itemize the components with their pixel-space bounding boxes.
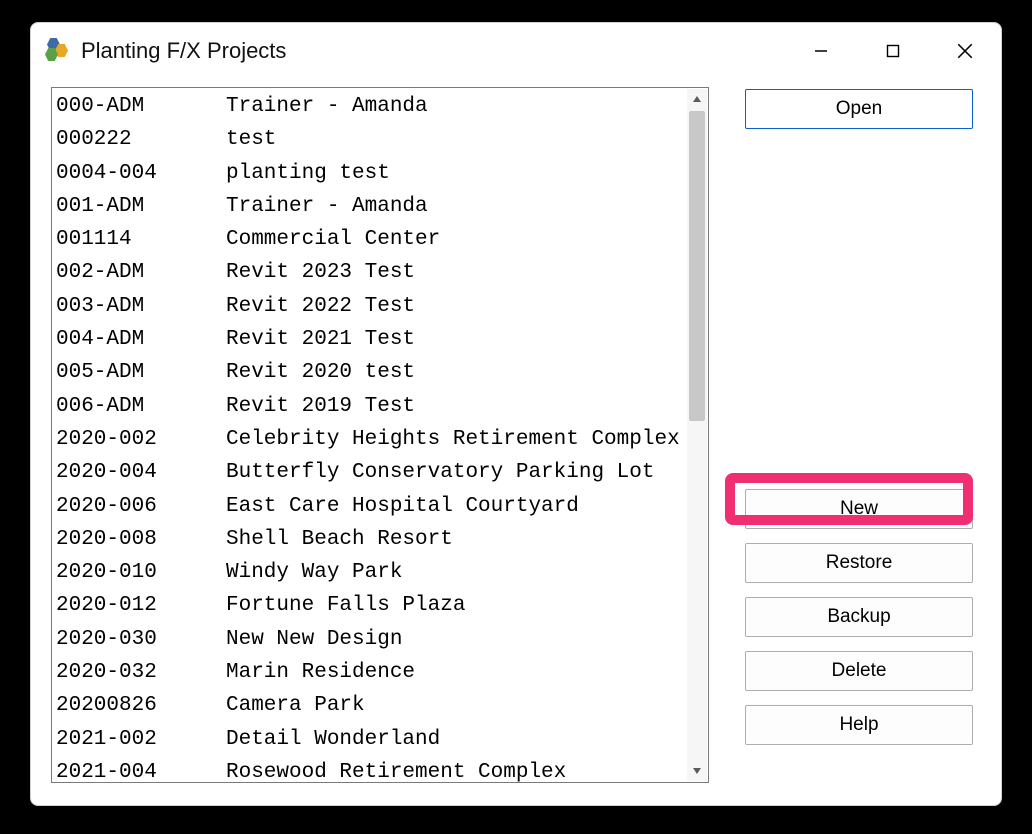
minimize-button[interactable]: [785, 23, 857, 79]
app-icon: [45, 38, 71, 64]
project-name: Revit 2022 Test: [226, 290, 415, 323]
project-row[interactable]: 001114Commercial Center: [56, 223, 686, 256]
project-row[interactable]: 000222test: [56, 123, 686, 156]
backup-button[interactable]: Backup: [745, 597, 973, 637]
project-name: Detail Wonderland: [226, 723, 440, 756]
project-name: test: [226, 123, 276, 156]
project-name: planting test: [226, 157, 390, 190]
project-code: 000-ADM: [56, 90, 226, 123]
project-code: 006-ADM: [56, 390, 226, 423]
project-row[interactable]: 2020-012Fortune Falls Plaza: [56, 589, 686, 622]
scroll-down-icon[interactable]: [687, 761, 707, 781]
maximize-button[interactable]: [857, 23, 929, 79]
project-row[interactable]: 2021-002Detail Wonderland: [56, 723, 686, 756]
project-name: Windy Way Park: [226, 556, 402, 589]
project-code: 001-ADM: [56, 190, 226, 223]
scrollbar-thumb[interactable]: [689, 111, 705, 421]
project-row[interactable]: 2020-032Marin Residence: [56, 656, 686, 689]
project-name: Marin Residence: [226, 656, 415, 689]
project-code: 2021-002: [56, 723, 226, 756]
project-name: Trainer - Amanda: [226, 90, 428, 123]
project-row[interactable]: 2021-004Rosewood Retirement Complex: [56, 756, 686, 783]
project-code: 002-ADM: [56, 256, 226, 289]
project-row[interactable]: 2020-002Celebrity Heights Retirement Com…: [56, 423, 686, 456]
project-row[interactable]: 2020-006East Care Hospital Courtyard: [56, 490, 686, 523]
project-row[interactable]: 000-ADMTrainer - Amanda: [56, 90, 686, 123]
new-button[interactable]: New: [745, 489, 973, 529]
project-row[interactable]: 003-ADMRevit 2022 Test: [56, 290, 686, 323]
project-name: Butterfly Conservatory Parking Lot: [226, 456, 654, 489]
project-name: Revit 2023 Test: [226, 256, 415, 289]
listbox-scrollbar[interactable]: [687, 89, 707, 781]
project-row[interactable]: 004-ADMRevit 2021 Test: [56, 323, 686, 356]
project-name: Rosewood Retirement Complex: [226, 756, 566, 783]
close-button[interactable]: [929, 23, 1001, 79]
project-row[interactable]: 2020-030New New Design: [56, 623, 686, 656]
project-row[interactable]: 001-ADMTrainer - Amanda: [56, 190, 686, 223]
project-code: 2020-002: [56, 423, 226, 456]
restore-button[interactable]: Restore: [745, 543, 973, 583]
project-code: 000222: [56, 123, 226, 156]
project-code: 2020-004: [56, 456, 226, 489]
project-code: 2020-010: [56, 556, 226, 589]
project-name: Revit 2021 Test: [226, 323, 415, 356]
project-code: 005-ADM: [56, 356, 226, 389]
project-code: 2020-030: [56, 623, 226, 656]
project-name: New New Design: [226, 623, 402, 656]
project-row[interactable]: 002-ADMRevit 2023 Test: [56, 256, 686, 289]
project-code: 0004-004: [56, 157, 226, 190]
project-name: Shell Beach Resort: [226, 523, 453, 556]
delete-button[interactable]: Delete: [745, 651, 973, 691]
project-listbox[interactable]: 000-ADMTrainer - Amanda000222test0004-00…: [51, 87, 709, 783]
project-name: Revit 2020 test: [226, 356, 415, 389]
project-code: 2020-008: [56, 523, 226, 556]
project-code: 2020-006: [56, 490, 226, 523]
action-button-panel: Open New Restore Backup Delete Help: [745, 87, 973, 785]
scroll-up-icon[interactable]: [687, 89, 707, 109]
window-title: Planting F/X Projects: [81, 38, 286, 64]
project-code: 20200826: [56, 689, 226, 722]
open-button[interactable]: Open: [745, 89, 973, 129]
project-code: 2020-012: [56, 589, 226, 622]
project-row[interactable]: 0004-004planting test: [56, 157, 686, 190]
project-code: 2021-004: [56, 756, 226, 783]
project-row[interactable]: 2020-004Butterfly Conservatory Parking L…: [56, 456, 686, 489]
project-code: 2020-032: [56, 656, 226, 689]
dialog-window: Planting F/X Projects 000-ADMTrainer - A…: [30, 22, 1002, 806]
window-controls: [785, 23, 1001, 79]
project-row[interactable]: 2020-010Windy Way Park: [56, 556, 686, 589]
project-name: Commercial Center: [226, 223, 440, 256]
project-name: Revit 2019 Test: [226, 390, 415, 423]
project-code: 003-ADM: [56, 290, 226, 323]
project-name: East Care Hospital Courtyard: [226, 490, 579, 523]
project-name: Trainer - Amanda: [226, 190, 428, 223]
project-row[interactable]: 20200826Camera Park: [56, 689, 686, 722]
project-row[interactable]: 2020-008Shell Beach Resort: [56, 523, 686, 556]
project-list-pane: 000-ADMTrainer - Amanda000222test0004-00…: [51, 87, 709, 785]
project-row[interactable]: 006-ADMRevit 2019 Test: [56, 390, 686, 423]
title-bar: Planting F/X Projects: [31, 23, 1001, 79]
help-button[interactable]: Help: [745, 705, 973, 745]
project-code: 001114: [56, 223, 226, 256]
project-code: 004-ADM: [56, 323, 226, 356]
project-row[interactable]: 005-ADMRevit 2020 test: [56, 356, 686, 389]
dialog-body: 000-ADMTrainer - Amanda000222test0004-00…: [31, 79, 1001, 805]
project-name: Fortune Falls Plaza: [226, 589, 465, 622]
project-name: Celebrity Heights Retirement Complex: [226, 423, 680, 456]
project-name: Camera Park: [226, 689, 365, 722]
